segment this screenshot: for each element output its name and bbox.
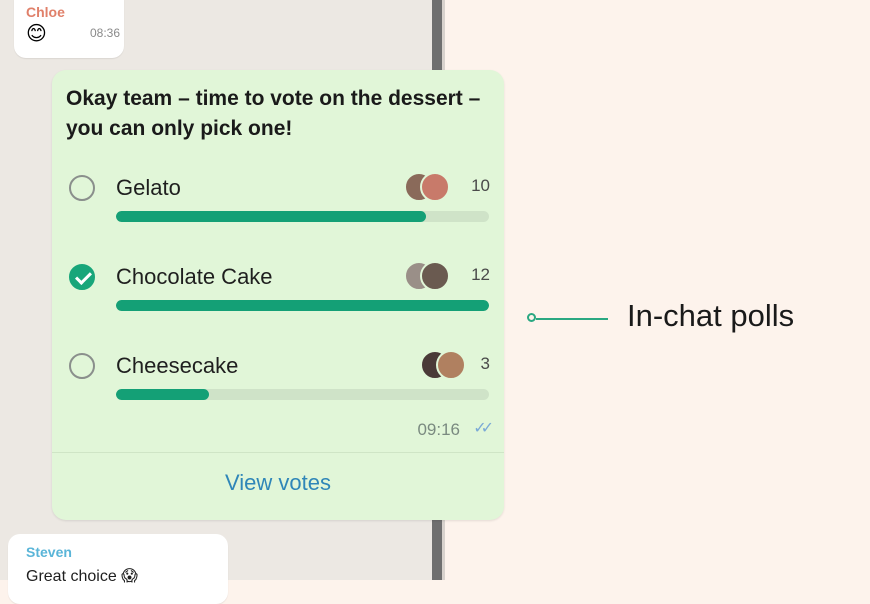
poll-option-label: Chocolate Cake xyxy=(116,264,273,289)
message-time: 08:36 xyxy=(90,26,121,40)
callout-dot xyxy=(527,313,536,322)
double-check-icon: ✓✓ xyxy=(473,420,494,437)
poll-option-label: Gelato xyxy=(116,175,181,200)
poll-progress-fill xyxy=(116,389,210,400)
poll-message: Okay team – time to vote on the dessert … xyxy=(52,70,504,520)
poll-time: 09:16 xyxy=(417,420,460,439)
voter-avatars[interactable] xyxy=(404,261,450,291)
voter-avatars[interactable] xyxy=(404,172,450,202)
view-votes-button[interactable]: View votes xyxy=(52,470,504,496)
poll-option-count: 10 xyxy=(471,176,490,195)
poll-question: Okay team – time to vote on the dessert … xyxy=(66,87,481,140)
avatar xyxy=(420,261,450,291)
message-text: Great choice 😱 xyxy=(26,568,138,585)
poll-progress-fill xyxy=(116,211,426,222)
poll-option-count: 3 xyxy=(480,354,490,373)
poll-divider xyxy=(52,452,504,453)
radio-checked-icon[interactable] xyxy=(69,264,95,290)
message-sender: Steven xyxy=(26,544,72,560)
poll-option-gelato[interactable]: Gelato 10 xyxy=(52,172,504,232)
message-sender: Chloe xyxy=(26,4,65,20)
message-bubble-chloe[interactable]: Chloe 😊 08:36 xyxy=(14,0,124,58)
poll-progress-track xyxy=(116,300,489,311)
poll-option-cheesecake[interactable]: Cheesecake 3 xyxy=(52,350,504,410)
poll-progress-fill xyxy=(116,300,489,311)
voter-avatars[interactable] xyxy=(420,350,466,380)
avatar xyxy=(436,350,466,380)
avatar xyxy=(420,172,450,202)
poll-progress-track xyxy=(116,211,489,222)
poll-option-label: Cheesecake xyxy=(116,353,239,378)
feature-label: In-chat polls xyxy=(627,298,795,333)
radio-unchecked-icon[interactable] xyxy=(69,353,95,379)
poll-progress-track xyxy=(116,389,489,400)
message-bubble-steven[interactable]: Steven Great choice 😱 xyxy=(8,534,228,604)
poll-option-chocolate-cake[interactable]: Chocolate Cake 12 xyxy=(52,261,504,321)
message-text: 😊 xyxy=(26,23,47,45)
radio-unchecked-icon[interactable] xyxy=(69,175,95,201)
callout-line xyxy=(536,318,608,320)
poll-option-count: 12 xyxy=(471,265,490,284)
